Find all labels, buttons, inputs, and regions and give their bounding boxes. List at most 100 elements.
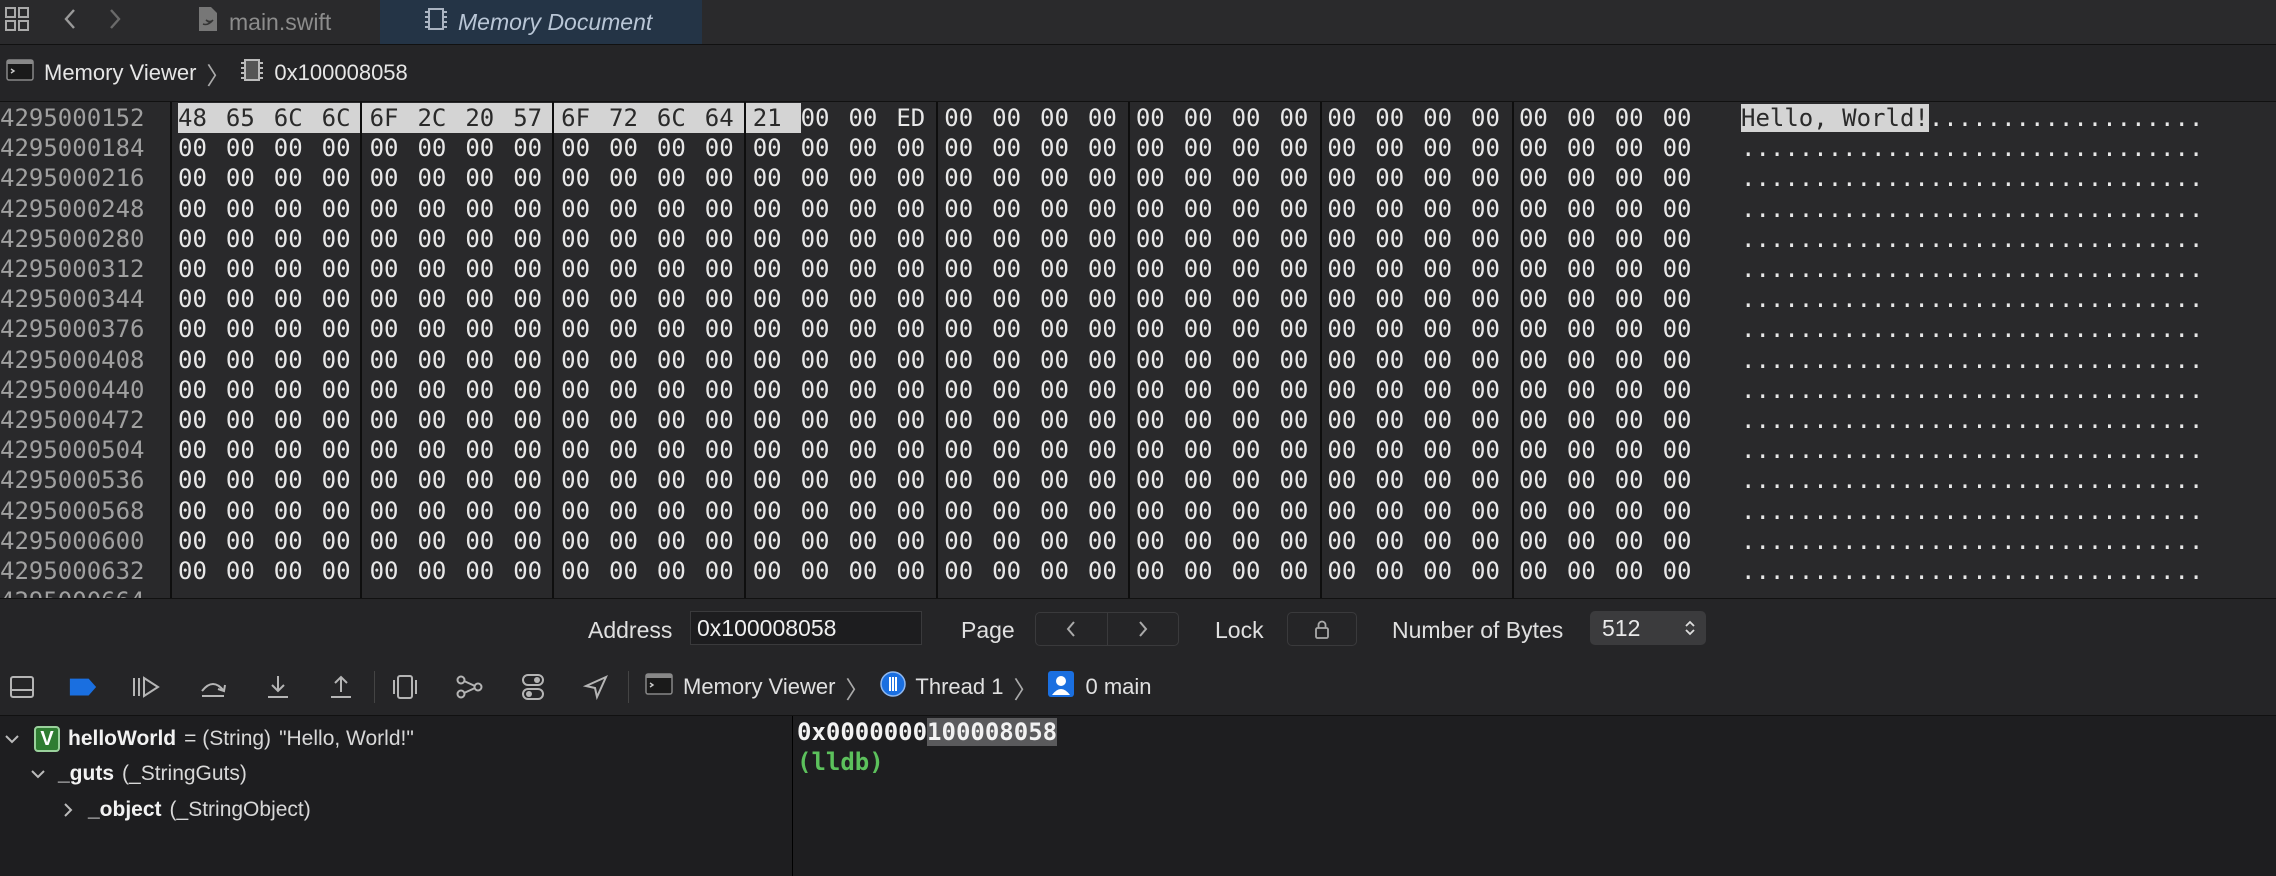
hex-byte[interactable]: 00 — [1567, 375, 1615, 405]
hex-byte[interactable]: 00 — [226, 314, 274, 344]
hex-byte[interactable]: 00 — [417, 526, 465, 556]
hex-byte[interactable]: 00 — [1375, 526, 1423, 556]
hex-byte[interactable]: 00 — [609, 284, 657, 314]
hex-byte[interactable]: 00 — [1567, 435, 1615, 465]
hex-byte[interactable]: 00 — [1567, 526, 1615, 556]
hex-byte[interactable]: 00 — [322, 133, 370, 163]
hex-byte[interactable]: 00 — [1423, 163, 1471, 193]
number-of-bytes-select[interactable]: 512 — [1590, 611, 1706, 645]
hex-row[interactable]: 00 00 00 00 00 00 00 00 00 00 00 00 00 00 00 00 00 00 00 00… — [178, 435, 1711, 465]
hex-byte[interactable]: 00 — [1136, 375, 1184, 405]
hex-byte[interactable]: 00 — [1567, 194, 1615, 224]
hex-byte[interactable]: 00 — [322, 375, 370, 405]
hex-byte[interactable]: 00 — [417, 345, 465, 375]
hex-byte[interactable]: 00 — [992, 375, 1040, 405]
hex-byte[interactable]: 00 — [1567, 345, 1615, 375]
hex-byte[interactable]: 00 — [1040, 133, 1088, 163]
hex-byte[interactable]: 00 — [322, 526, 370, 556]
hex-byte[interactable]: 00 — [753, 526, 801, 556]
ascii-row[interactable]: ................................ — [1741, 254, 2203, 284]
hex-byte[interactable]: 00 — [274, 284, 322, 314]
hex-byte[interactable]: 00 — [753, 556, 801, 586]
hex-byte[interactable]: 00 — [274, 465, 322, 495]
hex-byte[interactable]: 00 — [609, 133, 657, 163]
hex-byte[interactable]: 00 — [465, 284, 513, 314]
hex-byte[interactable]: 20 — [465, 103, 514, 133]
hex-byte[interactable]: 00 — [1423, 526, 1471, 556]
step-into-icon[interactable] — [263, 672, 293, 702]
hex-byte[interactable]: 00 — [1136, 163, 1184, 193]
hex-byte[interactable]: 00 — [1184, 254, 1232, 284]
simulate-location-icon[interactable] — [581, 672, 611, 702]
hex-byte[interactable]: 00 — [417, 284, 465, 314]
hex-byte[interactable]: 00 — [274, 405, 322, 435]
hex-byte[interactable]: 00 — [1519, 465, 1567, 495]
lock-toggle[interactable] — [1287, 612, 1357, 646]
hex-byte[interactable]: 00 — [1327, 375, 1375, 405]
hex-byte[interactable]: 00 — [561, 556, 609, 586]
ascii-row[interactable]: ................................ — [1741, 496, 2203, 526]
hex-byte[interactable]: 00 — [1184, 526, 1232, 556]
hex-byte[interactable]: 00 — [1184, 133, 1232, 163]
breakpoint-icon[interactable] — [68, 672, 98, 702]
hex-byte[interactable]: 00 — [1375, 465, 1423, 495]
hex-byte[interactable]: 00 — [848, 405, 896, 435]
hex-byte[interactable]: 00 — [322, 224, 370, 254]
hex-byte[interactable]: 00 — [561, 194, 609, 224]
hex-byte[interactable]: 00 — [226, 465, 274, 495]
hex-byte[interactable]: 00 — [1615, 163, 1663, 193]
hex-byte[interactable]: 00 — [848, 103, 896, 133]
hex-byte[interactable]: 00 — [657, 163, 705, 193]
hex-byte[interactable]: 00 — [178, 163, 226, 193]
hex-byte[interactable]: 00 — [274, 345, 322, 375]
hex-byte[interactable]: 00 — [944, 405, 992, 435]
hex-byte[interactable]: 00 — [465, 314, 513, 344]
hex-byte[interactable]: 00 — [609, 254, 657, 284]
hex-byte[interactable]: 00 — [1615, 345, 1663, 375]
hex-byte[interactable]: 00 — [1040, 163, 1088, 193]
hex-row[interactable]: 00 00 00 00 00 00 00 00 00 00 00 00 00 00 00 00 00 00 00 00… — [178, 254, 1711, 284]
hex-byte[interactable]: 00 — [226, 405, 274, 435]
hex-byte[interactable]: 00 — [657, 224, 705, 254]
hex-byte[interactable]: 00 — [944, 284, 992, 314]
ascii-row[interactable]: ................................ — [1741, 435, 2203, 465]
hex-byte[interactable]: 00 — [1375, 224, 1423, 254]
hex-byte[interactable]: 00 — [1136, 133, 1184, 163]
ascii-row[interactable]: ................................ — [1741, 375, 2203, 405]
hex-byte[interactable]: 00 — [1663, 133, 1711, 163]
hex-byte[interactable]: 00 — [1040, 224, 1088, 254]
ascii-row[interactable]: ................................ — [1741, 526, 2203, 556]
hex-row[interactable]: 48 65 6C 6C 6F 2C 20 57 6F 72 6C 64 21 00 00 ED 00 00 00 00… — [178, 103, 1711, 133]
hide-debug-area-icon[interactable] — [7, 672, 37, 702]
hex-byte[interactable]: 00 — [1232, 345, 1280, 375]
hex-byte[interactable]: 00 — [1423, 133, 1471, 163]
page-previous-button[interactable] — [1036, 613, 1108, 645]
hex-byte[interactable]: 00 — [1663, 284, 1711, 314]
hex-row[interactable]: 00 00 00 00 00 00 00 00 00 00 00 00 00 00 00 00 00 00 00 00… — [178, 284, 1711, 314]
hex-row[interactable]: 00 00 00 00 00 00 00 00 00 00 00 00 00 00 00 00 00 00 00 00… — [178, 405, 1711, 435]
hex-byte[interactable]: 00 — [1423, 194, 1471, 224]
hex-byte[interactable]: 00 — [1519, 435, 1567, 465]
hex-byte[interactable]: 00 — [1615, 435, 1663, 465]
hex-byte[interactable]: 00 — [465, 133, 513, 163]
hex-byte[interactable]: 00 — [1423, 405, 1471, 435]
variable-row-object[interactable]: _object (_StringObject) — [60, 798, 311, 822]
hex-byte[interactable]: 00 — [1615, 465, 1663, 495]
hex-byte[interactable]: 00 — [1375, 284, 1423, 314]
hex-byte[interactable]: 00 — [322, 465, 370, 495]
hex-byte[interactable]: 00 — [417, 194, 465, 224]
hex-byte[interactable]: 00 — [848, 254, 896, 284]
hex-byte[interactable]: 00 — [322, 254, 370, 284]
variable-row-guts[interactable]: _guts (_StringGuts) — [30, 762, 247, 786]
hex-byte[interactable]: 00 — [226, 194, 274, 224]
hex-byte[interactable]: 00 — [1184, 163, 1232, 193]
hex-byte[interactable]: 00 — [1663, 254, 1711, 284]
hex-byte[interactable]: 00 — [1375, 133, 1423, 163]
hex-byte[interactable]: 00 — [1232, 314, 1280, 344]
hex-row[interactable]: 00 00 00 00 00 00 00 00 00 00 00 00 00 00 00 00 00 00 00 00… — [178, 314, 1711, 344]
ascii-row[interactable]: ................................ — [1741, 224, 2203, 254]
hex-byte[interactable]: 00 — [848, 224, 896, 254]
hex-byte[interactable]: 00 — [178, 465, 226, 495]
hex-byte[interactable]: 00 — [992, 345, 1040, 375]
environment-overrides-icon[interactable] — [518, 672, 548, 702]
